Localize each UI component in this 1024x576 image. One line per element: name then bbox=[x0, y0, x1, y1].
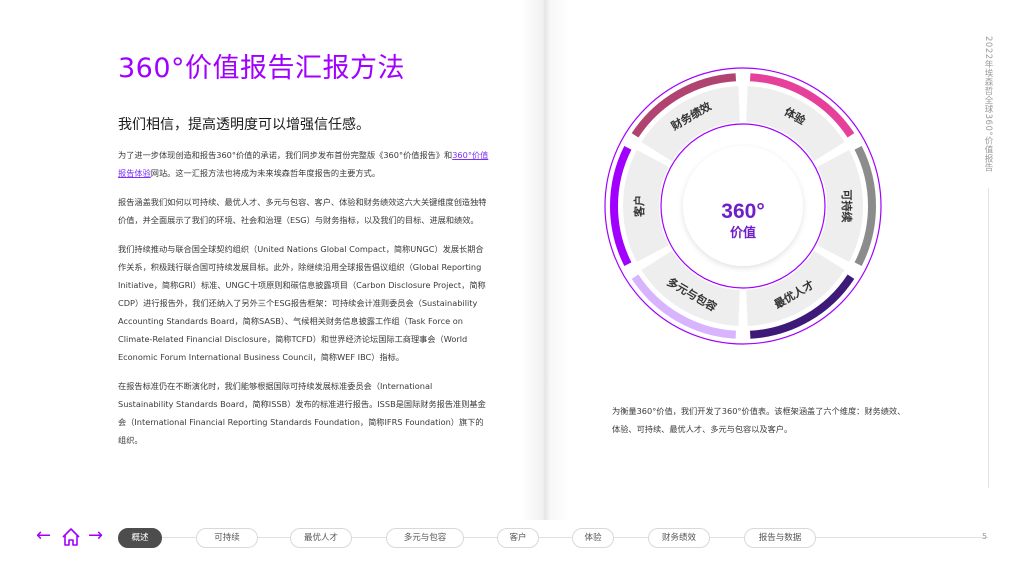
page-title: 360°价值报告汇报方法 bbox=[118, 53, 406, 84]
prev-page-arrow-icon[interactable]: ← bbox=[36, 525, 51, 546]
wheel-label-2: 可持续 bbox=[840, 190, 854, 223]
wheel-center-value: 360° bbox=[721, 200, 764, 223]
nav-tab-experience[interactable]: 体验 bbox=[572, 528, 614, 548]
paragraph-4: 在报告标准仍在不断演化时，我们能够根据国际可持续发展标准委员会（Internat… bbox=[118, 381, 486, 445]
body-text: 为了进一步体现创造和报告360°价值的承诺，我们同步发布首份完整版《360°价值… bbox=[118, 146, 490, 460]
side-divider bbox=[988, 188, 989, 488]
bottom-navigation: ← → 概述 可持续 最优人才 多元与包容 客户 体验 财务绩效 报告与数据 5 bbox=[0, 520, 1024, 576]
nav-tab-reports-data[interactable]: 报告与数据 bbox=[744, 528, 816, 548]
nav-tab-inclusion[interactable]: 多元与包容 bbox=[386, 528, 464, 548]
paragraph-3: 我们持续推动与联合国全球契约组织（United Nations Global C… bbox=[118, 244, 486, 362]
wheel-center-label: 价值 bbox=[730, 225, 756, 241]
nav-tab-sustainability[interactable]: 可持续 bbox=[196, 528, 258, 548]
nav-tab-clients[interactable]: 客户 bbox=[497, 528, 539, 548]
paragraph-1: 为了进一步体现创造和报告360°价值的承诺，我们同步发布首份完整版《360°价值… bbox=[118, 150, 489, 178]
nav-tab-overview[interactable]: 概述 bbox=[118, 528, 162, 548]
paragraph-2: 报告涵盖我们如何以可持续、最优人才、多元与包容、客户、体验和财务绩效这六大关键维… bbox=[118, 197, 487, 225]
value-wheel-diagram: 360° 价值 体验可持续最优人才多元与包容客户财务绩效 bbox=[604, 67, 882, 345]
page-subtitle: 我们相信，提高透明度可以增强信任感。 bbox=[118, 117, 370, 133]
next-page-arrow-icon[interactable]: → bbox=[88, 525, 103, 546]
nav-tab-talent[interactable]: 最优人才 bbox=[290, 528, 352, 548]
nav-tab-financial[interactable]: 财务绩效 bbox=[648, 528, 710, 548]
wheel-caption: 为衡量360°价值，我们开发了360°价值表。该框架涵盖了六个维度：财务绩效、体… bbox=[612, 406, 906, 434]
page-number: 5 bbox=[982, 532, 988, 541]
report-side-label: 2022年埃森哲全球360°价值报告 bbox=[983, 36, 993, 173]
home-icon[interactable] bbox=[60, 526, 82, 548]
book-spine bbox=[520, 0, 570, 520]
wheel-label-5: 客户 bbox=[632, 195, 646, 218]
